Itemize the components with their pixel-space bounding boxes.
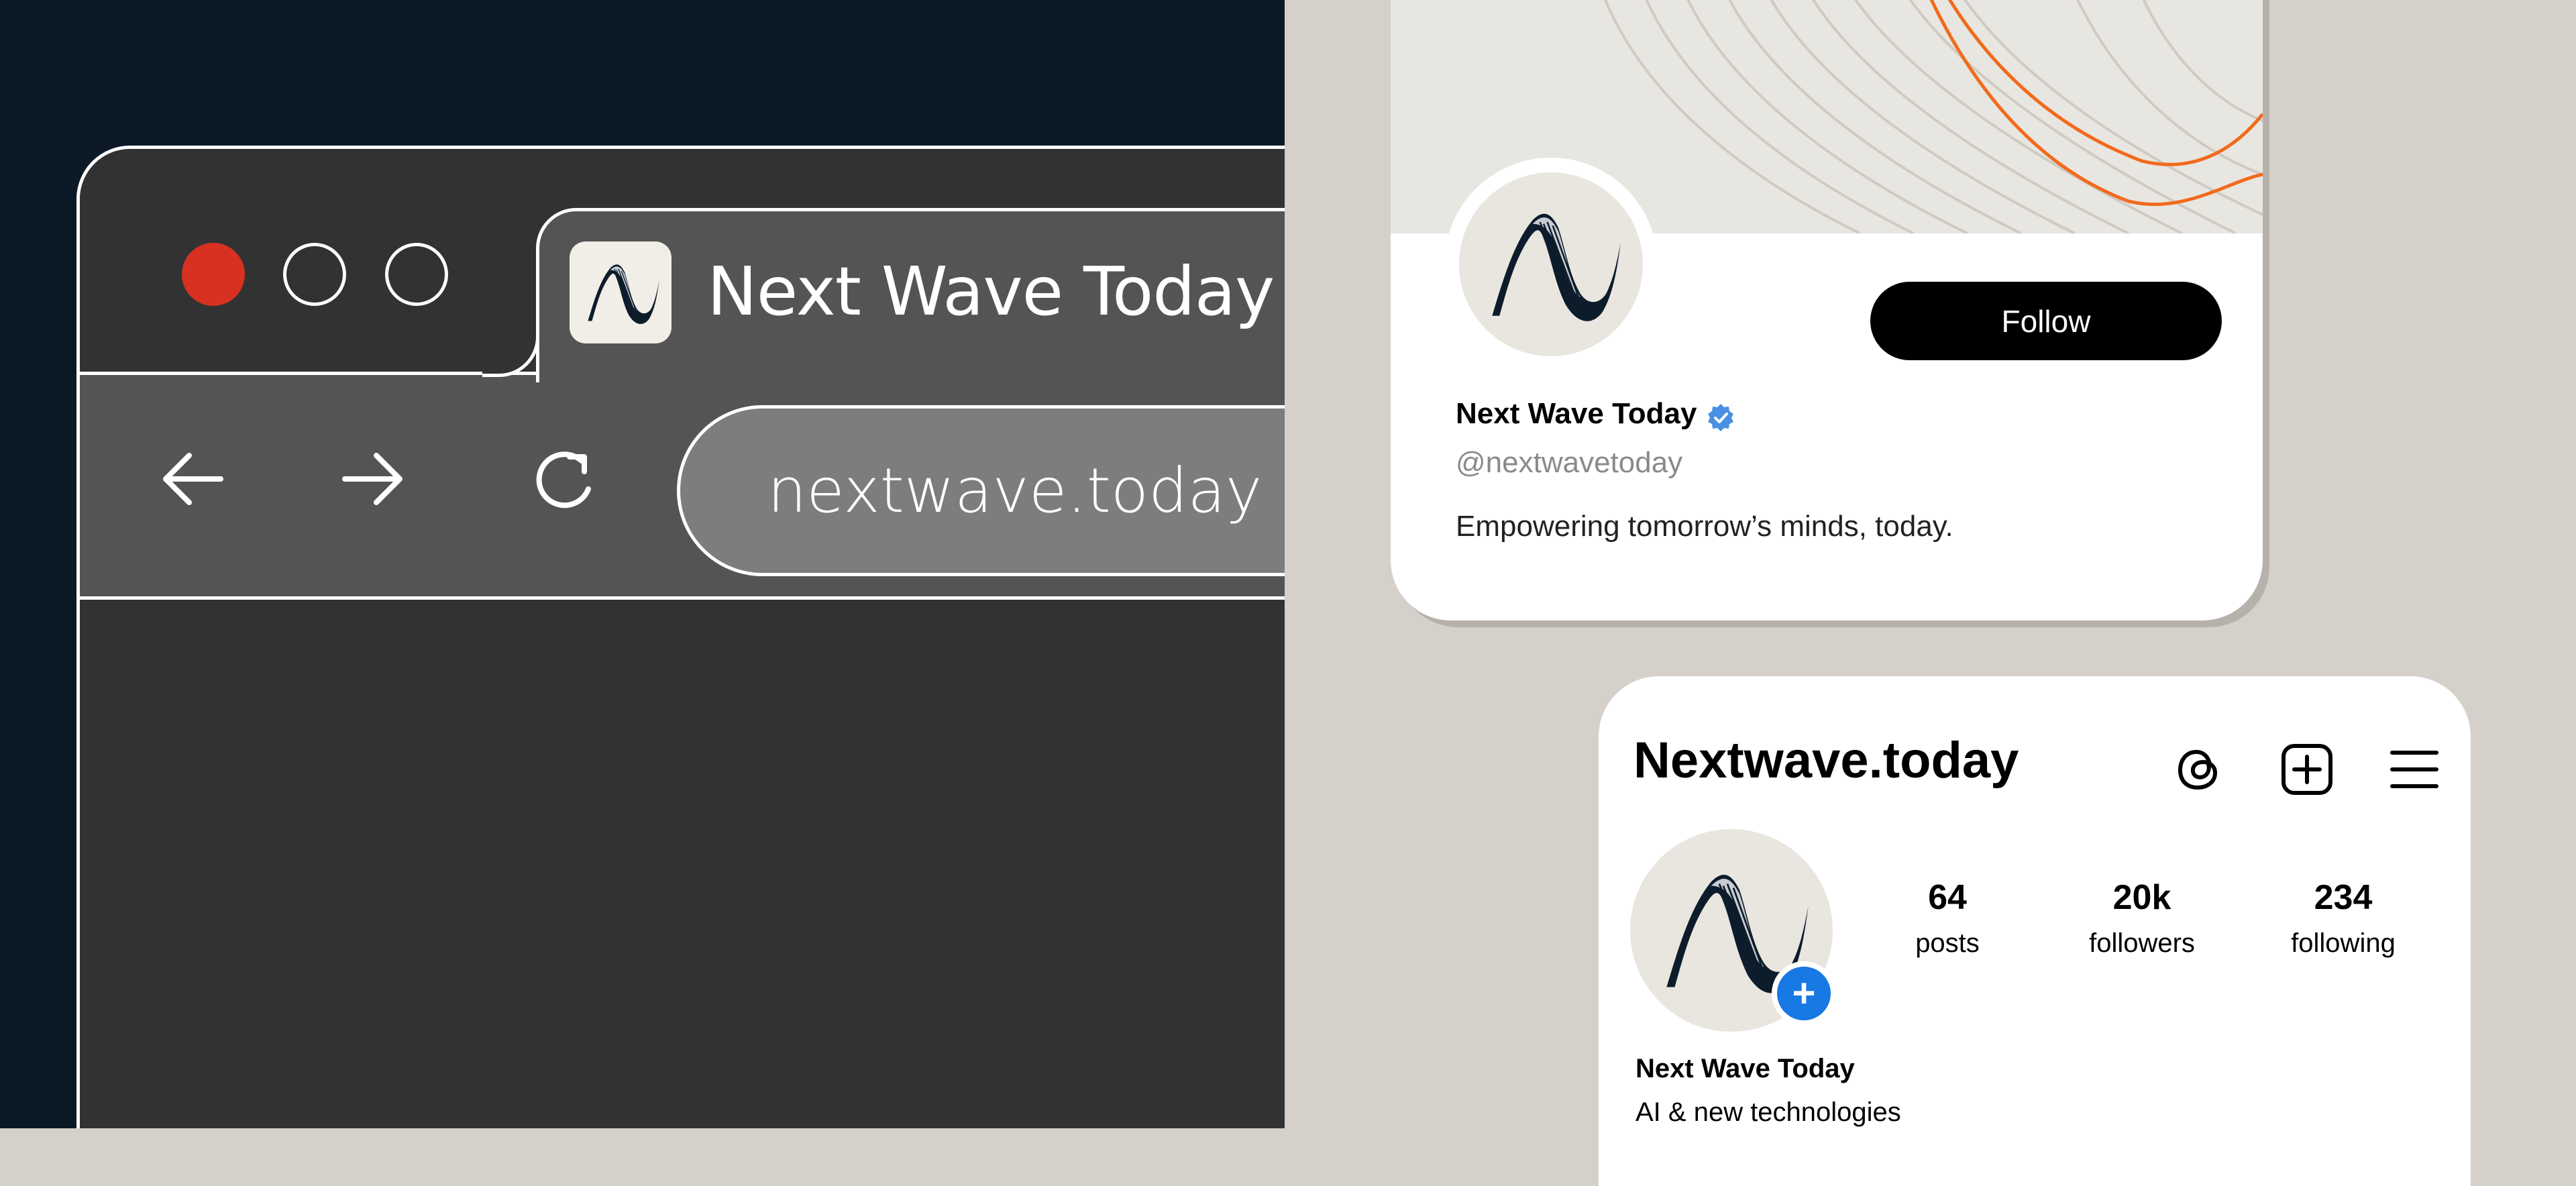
stat-label: followers [2089,928,2195,958]
add-post-icon[interactable] [2279,742,2334,797]
window-close-button[interactable] [182,243,245,306]
threads-icon[interactable] [2172,742,2227,797]
stat-posts[interactable]: 64 posts [1860,877,2035,959]
nextwave-logo-icon [1459,172,1643,356]
tab-title: Next Wave Today [707,252,1275,331]
window-minimize-button[interactable] [283,243,346,306]
x-avatar[interactable] [1444,158,1658,371]
profile-name: Next Wave Today [1456,397,1697,430]
window-maximize-button[interactable] [385,243,448,306]
browser-tab[interactable]: Next Wave Today [536,208,1285,382]
stat-value: 234 [2314,878,2373,917]
favicon [570,241,672,343]
follow-button[interactable]: Follow [1870,282,2222,360]
verified-badge-icon [1708,404,1733,431]
browser-panel: nextwave.today Next Wave Today [0,0,1285,1128]
forward-button[interactable] [335,442,409,516]
arrow-right-icon [342,453,402,505]
x-profile-card: Follow Next Wave Today @nextwavetoday Em… [1391,0,2263,621]
avatar-image [1459,172,1643,356]
address-bar[interactable]: nextwave.today [677,405,1285,576]
stat-following[interactable]: 234 following [2256,877,2430,959]
browser-navbar: nextwave.today [80,372,1285,600]
ig-display-name: Next Wave Today [1635,1054,1855,1083]
back-button[interactable] [157,442,231,516]
menu-icon[interactable] [2387,742,2442,797]
ig-bio: AI & new technologies [1635,1097,1901,1127]
reload-icon [536,451,591,508]
nextwave-logo-icon [570,241,672,343]
profile-bio: Empowering tomorrow’s minds, today. [1456,510,1953,543]
stat-followers[interactable]: 20k followers [2055,877,2229,959]
profile-handle: @nextwavetoday [1456,446,1683,479]
browser-window: nextwave.today Next Wave Today [76,146,1285,1128]
ig-username: Nextwave.today [1633,732,2019,789]
ig-profile-card: Nextwave.today + 64 posts 20k followers … [1599,676,2471,1186]
stat-label: posts [1915,928,1980,958]
add-story-button[interactable]: + [1772,961,1836,1026]
stat-label: following [2291,928,2396,958]
arrow-left-icon [163,453,223,505]
url-text[interactable]: nextwave.today [767,447,1262,535]
stat-value: 20k [2112,878,2171,917]
reload-button[interactable] [529,442,603,516]
stat-value: 64 [1928,878,1967,917]
